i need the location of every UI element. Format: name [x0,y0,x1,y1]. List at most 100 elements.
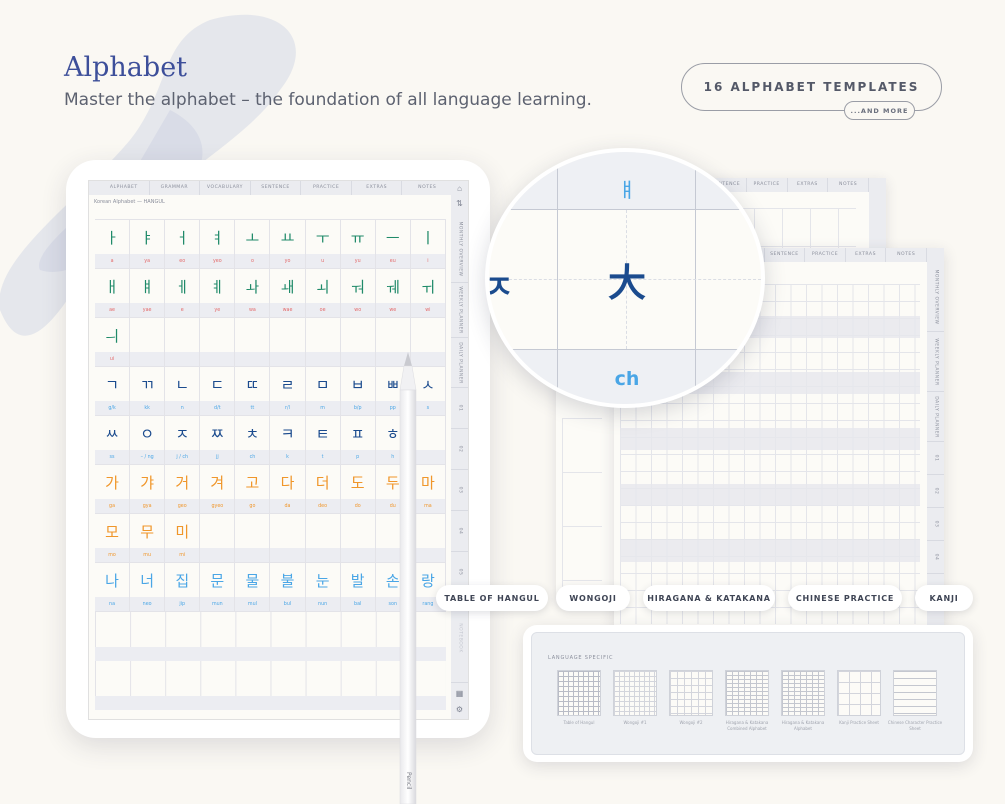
side-tab-monthly[interactable]: MONTHLY OVERVIEW [451,215,468,283]
top-nav-bar: ALPHABET GRAMMAR VOCABULARY SENTENCE PRA… [89,181,454,195]
side-tab-label: 02 [457,445,462,453]
hangul-char-cell [341,514,376,548]
nav-tab-vocabulary[interactable]: VOCABULARY [200,181,251,195]
hangul-char-cell: ㅕ [200,220,236,254]
side-tab-label: 05 [457,568,462,576]
romanization-cell: ya [130,254,166,268]
side-tab-04[interactable]: 04 [927,541,944,574]
template-thumbnail-label: Table of Hangul [563,720,595,725]
page-title: Alphabet [64,52,188,83]
romanization-cell [306,352,341,366]
hangul-char-cell: ㄹ [270,367,306,401]
template-thumbnail[interactable] [725,670,769,716]
template-thumbnail[interactable] [613,670,657,716]
nav-tab-sentence[interactable]: SENTENCE [251,181,302,195]
nav-tab-alphabet[interactable]: ALPHABET [99,181,150,195]
hangul-char-cell [200,514,236,548]
hangul-char-cell [341,318,376,352]
nav-tab-grammar[interactable]: GRAMMAR [150,181,201,195]
side-tab-label: 02 [933,487,938,495]
sync-icon[interactable]: ⇅ [455,199,464,208]
side-tab-03[interactable]: 03 [451,470,468,511]
hangul-char-cell: ㅡ [376,220,411,254]
hangul-char-cell: ㅗ [235,220,271,254]
template-thumbnail-label: Hiragana & Katakana Alphabet [781,720,825,731]
romanization-cell [200,352,236,366]
side-tab-monthly[interactable]: MONTHLY OVERVIEW [927,262,944,332]
settings-icon[interactable]: ⚙ [455,705,464,714]
template-thumbnail-label: Wongoji #1 [623,720,647,725]
hangul-char-cell: ㅔ [165,269,201,303]
template-thumbnail[interactable] [893,670,937,716]
nav-tab-notes[interactable]: NOTES [886,248,927,262]
romanization-cell [306,548,341,562]
side-tab-weekly[interactable]: WEEKLY PLANNER [927,332,944,392]
side-tab-03[interactable]: 03 [927,508,944,541]
side-tab-02[interactable]: 02 [451,429,468,470]
hangul-char-cell: 너 [130,563,166,597]
practice-grid-left [562,418,602,588]
romanization-cell [130,352,166,366]
template-thumbnail[interactable] [837,670,881,716]
romanization-cell: mi [165,548,201,562]
romanization-cell: mul [235,597,271,611]
side-tab-label: 01 [933,454,938,462]
romanization-cell: deo [306,499,341,513]
calendar-icon[interactable]: ▦ [455,689,464,698]
side-tab-04[interactable]: 04 [451,511,468,552]
nav-tab-extras[interactable]: EXTRAS [352,181,403,195]
hangul-char-cell: ㅆ [95,416,131,450]
stylus-pencil: Pencil [399,352,417,804]
template-thumbnail-label: Chinese Character Practice Sheet [887,720,943,731]
nav-tab-practice[interactable]: PRACTICE [805,248,846,262]
language-specific-panel: LANGUAGE SPECIFIC Table of Hangul Wongoji… [523,625,973,762]
side-tab-01[interactable]: 01 [927,442,944,475]
romanization-cell: we [376,303,411,317]
and-more-badge: ...AND MORE [844,101,915,120]
side-tab-01[interactable]: 01 [451,388,468,429]
romanization-row: ae yae e ye wa wae oe wo we wi [95,303,446,317]
nav-tab-sentence[interactable]: SENTENCE [765,248,806,262]
hangul-char-cell [411,318,446,352]
chip-chinese-practice[interactable]: CHINESE PRACTICE [788,585,902,611]
chip-wongoji[interactable]: WONGOJI [556,585,630,611]
romanization-cell: mu [130,548,166,562]
template-thumbnail[interactable] [781,670,825,716]
romanization-cell: r/l [270,401,306,415]
side-tab-label: DAILY PLANNER [457,341,462,384]
romanization-cell: ss [95,450,131,464]
page-side-tabs: MONTHLY OVERVIEW WEEKLY PLANNER DAILY PL… [927,248,944,628]
home-icon[interactable]: ⌂ [455,184,464,193]
zoom-top-char: ㅒ [617,178,637,202]
hangul-char-cell: 발 [341,563,376,597]
nav-tab-notes[interactable]: NOTES [828,178,869,192]
nav-tab-extras[interactable]: EXTRAS [788,178,829,192]
nav-tab-notes[interactable]: NOTES [402,181,454,195]
template-thumbnail[interactable] [669,670,713,716]
zoom-center-char: 大 [607,261,646,305]
hangul-char-row: ㄱㄲㄴㄷㄸㄹㅁㅂㅃㅅ [95,366,446,401]
page-subtitle: Master the alphabet – the foundation of … [64,90,592,110]
hangul-char-row: 모무미 [95,513,446,548]
chip-hiragana-katakana[interactable]: HIRAGANA & KATAKANA [643,585,775,611]
chip-table-of-hangul[interactable]: TABLE OF HANGUL [436,585,548,611]
hangul-char-cell: ㅝ [341,269,376,303]
side-tab-02[interactable]: 02 [927,475,944,508]
romanization-cell: e [165,303,201,317]
template-thumbnail[interactable] [557,670,601,716]
romanization-cell [270,352,306,366]
nav-tab-practice[interactable]: PRACTICE [301,181,352,195]
hangul-char-cell: ㅖ [200,269,236,303]
side-tab-daily[interactable]: DAILY PLANNER [451,338,468,388]
hangul-char-cell: ㅂ [341,367,376,401]
romanization-cell: m [306,401,341,415]
hangul-char-row: 가갸거겨고다더도두마 [95,464,446,499]
side-tab-label: 03 [457,486,462,494]
romanization-row: ui [95,352,446,366]
hangul-char-cell: ㅇ [130,416,166,450]
side-tab-daily[interactable]: DAILY PLANNER [927,392,944,442]
nav-tab-extras[interactable]: EXTRAS [846,248,887,262]
hangul-char-cell: ㅉ [200,416,236,450]
chip-kanji[interactable]: KANJI [915,585,973,611]
side-tab-weekly[interactable]: WEEKLY PLANNER [451,283,468,338]
